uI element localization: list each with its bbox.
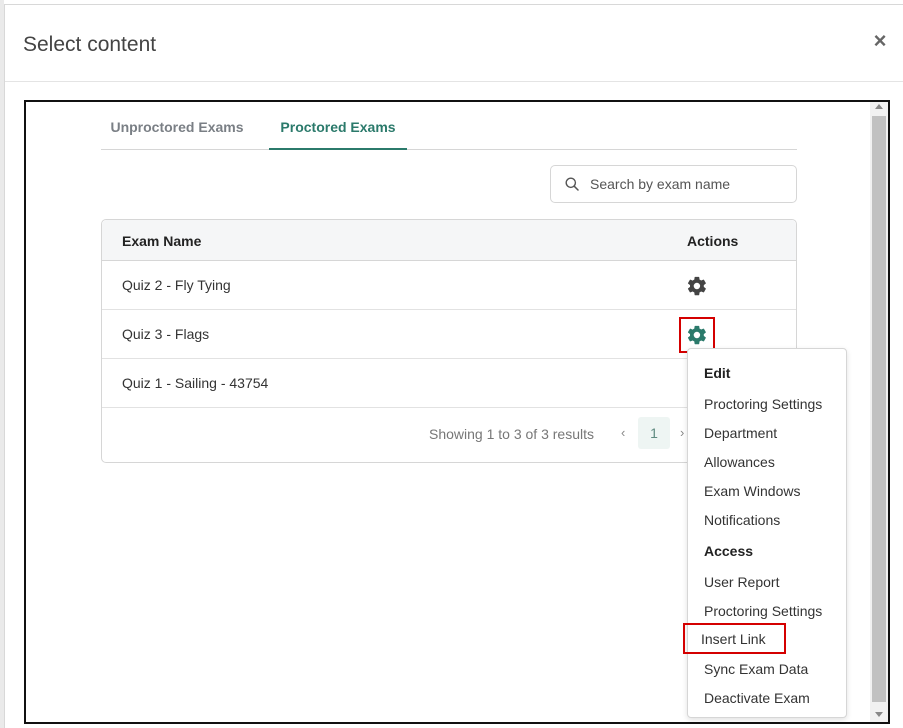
menu-item-allowances[interactable]: Allowances — [704, 454, 775, 470]
table-header: Exam Name Actions — [102, 220, 796, 261]
gear-icon[interactable] — [686, 275, 708, 297]
exam-name-cell: Quiz 3 - Flags — [122, 326, 210, 342]
menu-item-notifications[interactable]: Notifications — [704, 512, 780, 528]
scroll-down-arrow-icon[interactable] — [875, 712, 883, 717]
table-row: Quiz 2 - Fly Tying — [102, 261, 796, 310]
select-content-modal: Select content × Unproctored Exams Proct… — [4, 4, 903, 728]
pagination-next[interactable]: › — [680, 425, 684, 440]
exam-name-cell: Quiz 2 - Fly Tying — [122, 277, 231, 293]
column-header-actions: Actions — [687, 233, 739, 249]
pagination-prev[interactable]: ‹ — [621, 425, 625, 440]
menu-section-access: Access — [704, 543, 754, 559]
menu-item-user-report[interactable]: User Report — [704, 574, 779, 590]
column-header-exam-name: Exam Name — [122, 233, 202, 249]
menu-item-deactivate-exam[interactable]: Deactivate Exam — [704, 690, 810, 706]
menu-item-exam-windows[interactable]: Exam Windows — [704, 483, 800, 499]
modal-title: Select content — [23, 33, 157, 56]
search-icon — [565, 177, 579, 191]
actions-menu: Edit Proctoring Settings Department Allo… — [683, 348, 847, 718]
menu-item-department[interactable]: Department — [704, 425, 777, 441]
menu-item-insert-link[interactable]: Insert Link — [683, 623, 786, 654]
content-frame: Unproctored Exams Proctored Exams Exam N… — [24, 100, 890, 724]
search-input[interactable] — [588, 167, 788, 201]
tab-proctored-exams[interactable]: Proctored Exams — [269, 112, 407, 150]
pagination-page-1[interactable]: 1 — [638, 417, 670, 449]
scrollbar[interactable] — [870, 102, 888, 722]
menu-item-access-proctoring-settings[interactable]: Proctoring Settings — [704, 603, 822, 619]
search-box — [550, 165, 797, 203]
exam-name-cell: Quiz 1 - Sailing - 43754 — [122, 375, 269, 391]
scrollbar-thumb[interactable] — [872, 116, 886, 702]
exam-tabs: Unproctored Exams Proctored Exams — [101, 112, 797, 150]
menu-item-sync-exam-data[interactable]: Sync Exam Data — [704, 661, 808, 677]
scroll-up-arrow-icon[interactable] — [875, 104, 883, 109]
tab-unproctored-exams[interactable]: Unproctored Exams — [101, 112, 253, 150]
menu-section-edit: Edit — [704, 365, 731, 381]
close-icon[interactable]: × — [870, 30, 890, 53]
menu-item-proctoring-settings[interactable]: Proctoring Settings — [704, 396, 822, 412]
gear-icon[interactable] — [679, 317, 715, 353]
modal-header: Select content × — [5, 5, 903, 82]
results-count: Showing 1 to 3 of 3 results — [429, 426, 594, 442]
